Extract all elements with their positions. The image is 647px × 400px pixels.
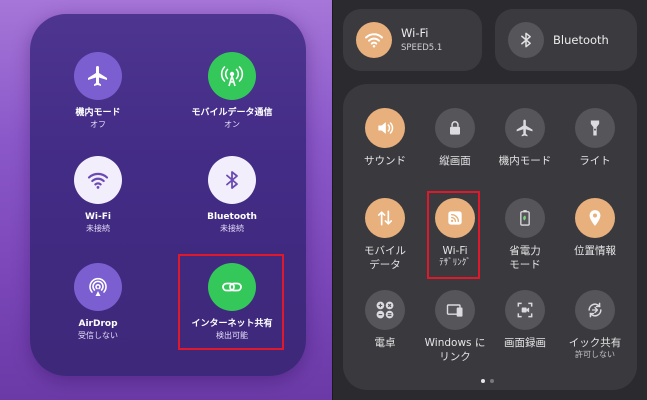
tile-portrait-circle[interactable] [435, 108, 475, 148]
tile-sound-circle[interactable] [365, 108, 405, 148]
airplane-icon [516, 119, 533, 137]
ios-wifi-tile[interactable]: Wi-Fi 未接続 [38, 156, 158, 234]
wifi-pill-ssid: SPEED5.1 [401, 43, 443, 53]
tile-power-saving[interactable]: 省電力 モード [487, 198, 563, 272]
tile-mobile-data-label: モバイル データ [364, 245, 406, 271]
ios-airplane-circle[interactable] [74, 52, 122, 100]
airplane-icon [88, 66, 107, 86]
tile-screen-record-label: 画面録画 [504, 337, 546, 349]
tile-quick-share-circle[interactable] [575, 290, 615, 330]
lock-icon [450, 121, 460, 135]
tile-flashlight[interactable]: ライト [557, 108, 633, 168]
tile-calculator-label: 電卓 [374, 337, 396, 349]
ios-cellular-status: オン [224, 120, 240, 129]
bluetooth-pill-label: Bluetooth [553, 33, 609, 47]
tile-screen-record[interactable]: 画面録画 [487, 290, 563, 350]
bluetooth-pill-toggle[interactable]: Bluetooth [495, 9, 637, 71]
wifi-pill-toggle[interactable]: Wi-Fi SPEED5.1 [343, 9, 482, 71]
tile-quick-share-label: イック共有 [568, 337, 622, 349]
bluetooth-icon [226, 171, 238, 189]
ios-cellular-circle[interactable] [208, 52, 256, 100]
ios-airdrop-circle[interactable] [74, 263, 122, 311]
tile-flashlight-circle[interactable] [575, 108, 615, 148]
tile-quick-share-sub: 許可しない [575, 350, 615, 359]
tile-link-to-windows-circle[interactable] [435, 290, 475, 330]
tile-calculator-circle[interactable] [365, 290, 405, 330]
page-indicator-dot [490, 379, 494, 383]
tile-link-to-windows-label: Windows に リンク [424, 337, 486, 363]
cellular-antenna-icon [220, 66, 244, 87]
tile-portrait-lock[interactable]: 縦画面 [417, 108, 493, 168]
wifi-pill-label: Wi-Fi [401, 26, 429, 40]
tile-quick-share[interactable]: イック共有 許可しない [557, 290, 633, 360]
ios-control-center: 機内モード オフ モバイルデータ通信 オン Wi-Fi 未接続 Bluetoot… [0, 0, 332, 400]
tile-power-saving-circle[interactable] [505, 198, 545, 238]
ios-airdrop-label: AirDrop [78, 319, 118, 329]
ios-cellular-label: モバイルデータ通信 [191, 108, 273, 118]
ios-airplane-status: オフ [90, 120, 106, 129]
tile-sound-label: サウンド [364, 155, 406, 167]
tile-airplane-label: 機内モード [498, 155, 552, 167]
battery-saver-icon [520, 210, 530, 226]
quick-share-icon [588, 302, 602, 318]
tile-mobile-data-circle[interactable] [365, 198, 405, 238]
bluetooth-icon [521, 32, 531, 48]
page-indicator-dot-active [481, 379, 485, 383]
highlight-box-hotspot [178, 254, 284, 350]
tile-mobile-data[interactable]: モバイル データ [347, 198, 423, 272]
tile-airplane[interactable]: 機内モード [487, 108, 563, 168]
tile-screen-record-circle[interactable] [505, 290, 545, 330]
ios-wifi-label: Wi-Fi [85, 212, 111, 222]
flashlight-icon [590, 120, 600, 136]
tile-airplane-circle[interactable] [505, 108, 545, 148]
calculator-icon [376, 301, 394, 319]
tile-location[interactable]: 位置情報 [557, 198, 633, 258]
ios-wifi-circle[interactable] [74, 156, 122, 204]
ios-wifi-status: 未接続 [86, 224, 110, 233]
ios-cellular-data-tile[interactable]: モバイルデータ通信 オン [172, 52, 292, 130]
ios-bluetooth-tile[interactable]: Bluetooth 未接続 [172, 156, 292, 234]
wifi-icon [87, 172, 109, 189]
tile-location-circle[interactable] [575, 198, 615, 238]
android-quick-settings: Wi-Fi SPEED5.1 Bluetooth サウンド 縦画面 機内モード … [333, 0, 647, 400]
quick-tiles-panel: サウンド 縦画面 機内モード ライト モバイル データ Wi-Fi ﾃｻﾞﾘﾝｸ… [343, 84, 637, 390]
ios-airplane-mode-tile[interactable]: 機内モード オフ [38, 52, 158, 130]
speaker-icon [378, 122, 394, 134]
bluetooth-pill-circle[interactable] [508, 22, 544, 58]
link-to-windows-icon [446, 304, 463, 317]
tile-location-label: 位置情報 [574, 245, 616, 257]
ios-airdrop-tile[interactable]: AirDrop 受信しない [38, 263, 158, 341]
airdrop-icon [89, 277, 107, 296]
ios-airdrop-status: 受信しない [78, 331, 118, 340]
location-pin-icon [589, 210, 601, 226]
ios-bluetooth-circle[interactable] [208, 156, 256, 204]
tile-link-to-windows[interactable]: Windows に リンク [417, 290, 493, 364]
tile-flashlight-label: ライト [579, 155, 611, 167]
tile-portrait-label: 縦画面 [439, 155, 471, 167]
wifi-pill-circle[interactable] [356, 22, 392, 58]
ios-bluetooth-status: 未接続 [220, 224, 244, 233]
tile-calculator[interactable]: 電卓 [347, 290, 423, 350]
ios-bluetooth-label: Bluetooth [207, 212, 257, 222]
tile-sound[interactable]: サウンド [347, 108, 423, 168]
wifi-icon [365, 33, 383, 48]
screen-record-icon [517, 302, 533, 318]
highlight-box-wifi-tethering [427, 191, 480, 279]
tile-power-saving-label: 省電力 モード [509, 245, 541, 271]
ios-airplane-label: 機内モード [75, 108, 121, 118]
mobile-data-arrows-icon [377, 210, 393, 226]
